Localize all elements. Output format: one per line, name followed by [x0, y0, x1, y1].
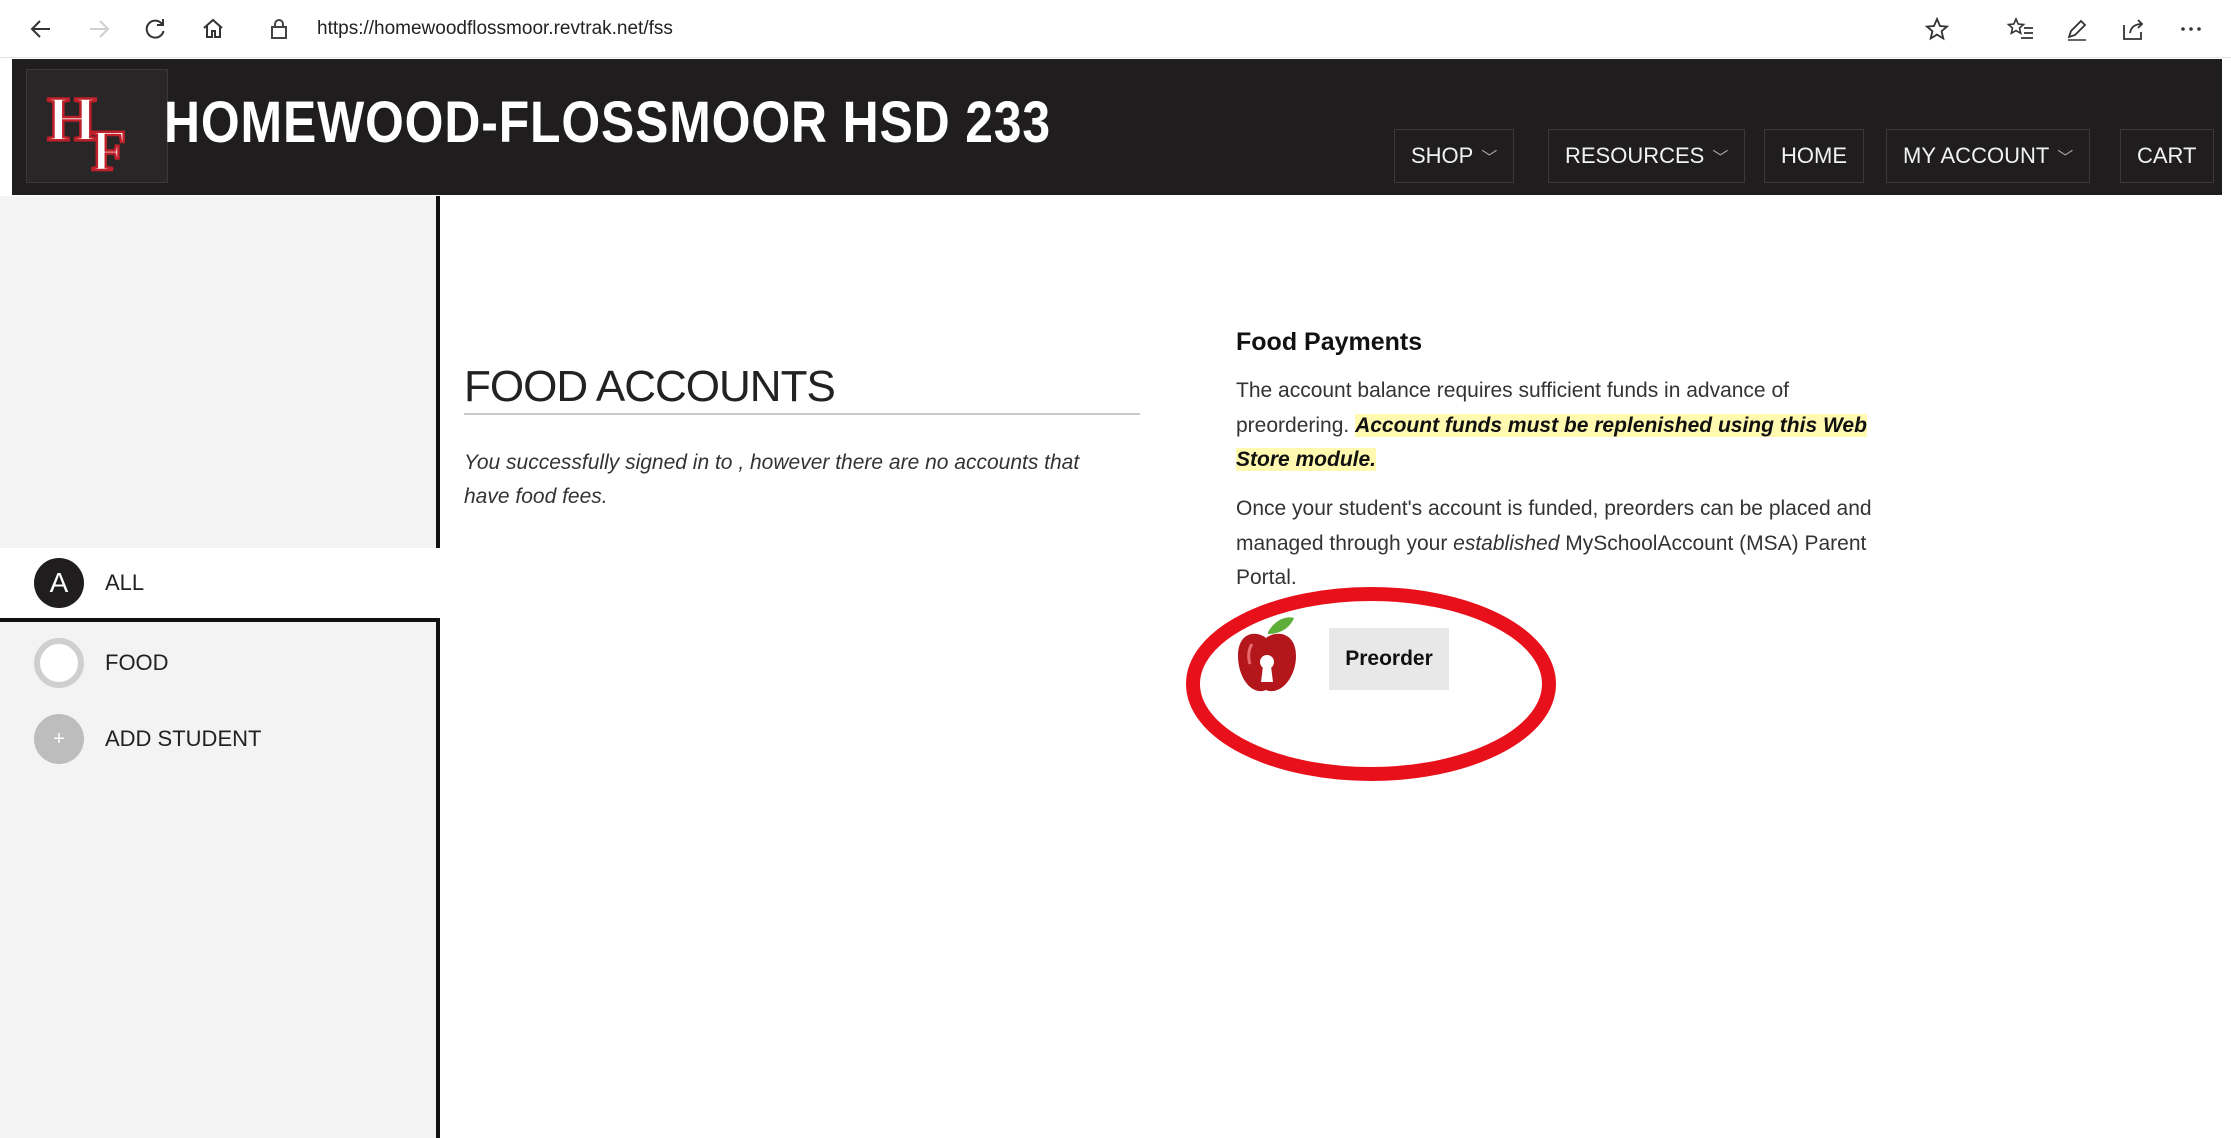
nav-cart[interactable]: CART [2120, 129, 2214, 183]
sidebar-item-all[interactable]: A ALL [0, 548, 440, 622]
hf-logo[interactable]: H F [26, 69, 168, 184]
share-icon[interactable] [2112, 8, 2154, 50]
nav-resources[interactable]: RESOURCES ﹀ [1548, 129, 1746, 183]
chevron-down-icon: ﹀ [1481, 150, 1498, 167]
food-payments-title: Food Payments [1236, 328, 1423, 356]
sidebar-item-label: ALL [105, 570, 145, 595]
pen-icon[interactable] [2056, 8, 2098, 50]
home-icon[interactable] [192, 8, 234, 50]
sidebar-item-add-student[interactable]: + ADD STUDENT [0, 702, 436, 776]
nav-my-account-label: MY ACCOUNT [1903, 143, 2050, 168]
add-student-icon: + [34, 714, 84, 764]
nav-shop[interactable]: SHOP ﹀ [1394, 129, 1515, 183]
site-header: H F HOMEWOOD-FLOSSMOOR HSD 233 SHOP ﹀ RE… [12, 59, 2222, 195]
url-text[interactable]: https://homewoodflossmoor.revtrak.net/fs… [317, 18, 673, 40]
browser-toolbar: https://homewoodflossmoor.revtrak.net/fs… [0, 0, 2231, 58]
star-icon[interactable] [1916, 8, 1958, 50]
no-accounts-message: You successfully signed in to , however … [464, 451, 1080, 508]
forward-icon[interactable] [78, 8, 120, 50]
site-title[interactable]: HOMEWOOD-FLOSSMOOR HSD 233 [164, 89, 1051, 156]
hf-logo-icon: H F [46, 82, 128, 184]
title-divider [464, 413, 1140, 415]
nav-resources-label: RESOURCES [1565, 143, 1705, 168]
apple-keyhole-icon[interactable] [1232, 612, 1302, 702]
avatar-all: A [34, 558, 84, 608]
established-emphasis: established [1453, 531, 1560, 555]
refresh-icon[interactable] [134, 8, 176, 50]
svg-text:F: F [91, 118, 126, 183]
chevron-down-icon: ﹀ [1712, 150, 1729, 167]
back-icon[interactable] [20, 8, 62, 50]
food-payments-paragraph-1: The account balance requires sufficient … [1236, 374, 1896, 478]
sidebar-item-label: FOOD [105, 650, 169, 675]
svg-text:H: H [47, 83, 97, 154]
nav-home[interactable]: HOME [1764, 129, 1864, 183]
address-bar[interactable]: https://homewoodflossmoor.revtrak.net/fs… [265, 9, 1875, 49]
student-sidebar: A ALL FOOD + ADD STUDENT [0, 196, 440, 1138]
nav-shop-label: SHOP [1411, 143, 1474, 168]
nav-my-account[interactable]: MY ACCOUNT ﹀ [1886, 129, 2091, 183]
food-payments-paragraph-2: Once your student's account is funded, p… [1236, 492, 1896, 596]
nav-home-label: HOME [1781, 143, 1847, 168]
preorder-button[interactable]: Preorder [1329, 628, 1449, 690]
lock-icon [265, 14, 293, 44]
sidebar-item-label: ADD STUDENT [105, 726, 262, 751]
chevron-down-icon: ﹀ [2057, 150, 2074, 167]
food-accounts-title: FOOD ACCOUNTS [464, 362, 836, 411]
favorites-icon[interactable] [2000, 8, 2042, 50]
nav-cart-label: CART [2137, 143, 2197, 168]
food-icon [34, 638, 84, 688]
more-icon[interactable] [2170, 8, 2212, 50]
sidebar-item-food[interactable]: FOOD [0, 626, 436, 700]
